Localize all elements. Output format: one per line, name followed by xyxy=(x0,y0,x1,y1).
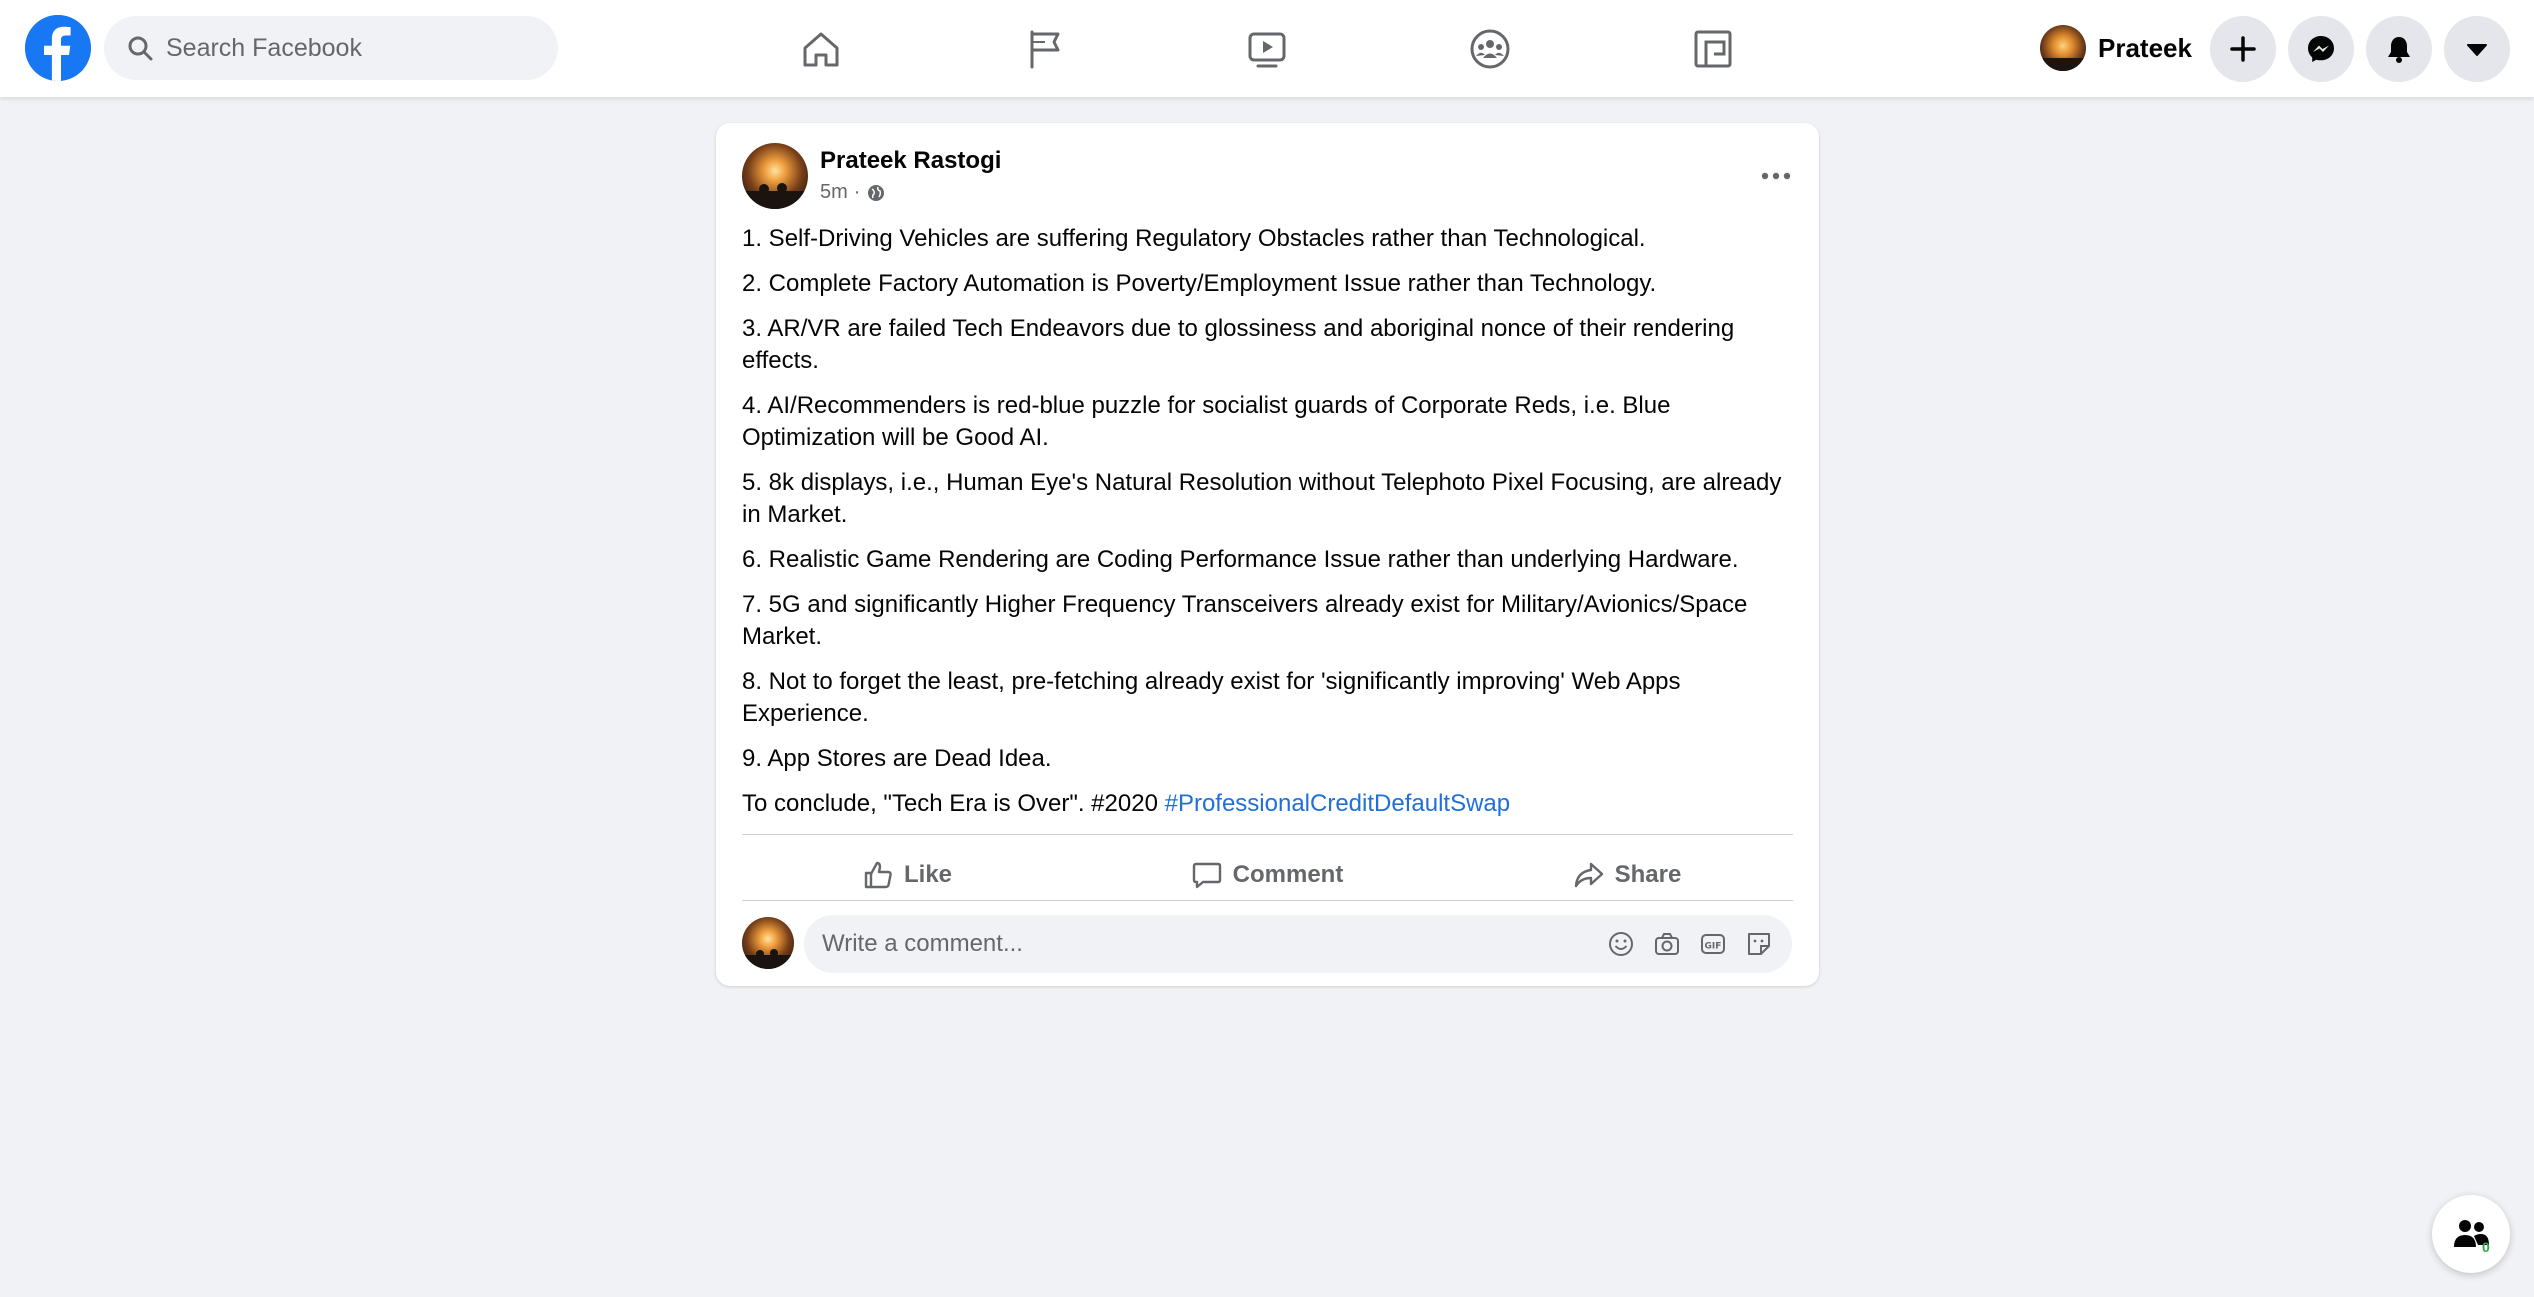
emoji-icon xyxy=(1609,932,1633,956)
comment-icon xyxy=(1192,862,1221,889)
comment-tools: GIF xyxy=(1598,928,1782,960)
nav-home[interactable] xyxy=(766,14,876,84)
post-paragraph: 7. 5G and significantly Higher Frequency… xyxy=(742,591,1748,650)
hashtag-link[interactable]: #ProfessionalCreditDefaultSwap xyxy=(1165,790,1511,817)
messenger-icon xyxy=(2308,36,2334,62)
post-paragraph: 1. Self-Driving Vehicles are suffering R… xyxy=(742,225,1646,252)
post-options-button[interactable] xyxy=(1746,151,1806,201)
like-label: Like xyxy=(903,861,953,888)
nav-watch[interactable] xyxy=(1212,14,1322,84)
sticker-icon xyxy=(1748,933,1770,955)
post-conclusion: To conclude, "Tech Era is Over". #2020 #… xyxy=(742,788,1802,820)
comment-composer[interactable]: GIF xyxy=(804,915,1792,973)
top-navigation-bar: Prateek xyxy=(0,0,2534,97)
bell-icon xyxy=(2388,37,2410,63)
gaming-icon xyxy=(1694,30,1732,68)
account-menu-button[interactable] xyxy=(2444,16,2510,82)
meta-separator: · xyxy=(853,181,861,203)
post-paragraph: 9. App Stores are Dead Idea. xyxy=(742,745,1052,772)
photo-button[interactable] xyxy=(1644,928,1690,960)
post-author-name[interactable]: Prateek Rastogi xyxy=(820,147,1001,175)
post-paragraph: 6. Realistic Game Rendering are Coding P… xyxy=(742,546,1739,573)
caret-down-icon xyxy=(2467,44,2487,56)
camera-icon xyxy=(1655,933,1679,955)
comment-label: Comment xyxy=(1232,861,1344,888)
gif-icon: GIF xyxy=(1701,934,1725,954)
profile-name: Prateek xyxy=(2098,32,2192,63)
svg-text:GIF: GIF xyxy=(1705,942,1722,952)
search-icon xyxy=(128,36,153,61)
post-paragraph: 4. AI/Recommenders is red-blue puzzle fo… xyxy=(742,392,1671,451)
create-button[interactable] xyxy=(2210,16,2276,82)
messenger-button[interactable] xyxy=(2288,16,2354,82)
post-text: 1. Self-Driving Vehicles are suffering R… xyxy=(742,223,1802,833)
profile-shortcut[interactable]: Prateek xyxy=(2030,18,2230,78)
home-icon xyxy=(803,32,839,67)
comment-input[interactable] xyxy=(822,930,1562,958)
post-paragraph: 5. 8k displays, i.e., Human Eye's Natura… xyxy=(742,469,1782,528)
share-label: Share xyxy=(1614,861,1682,888)
groups-icon xyxy=(1470,29,1510,69)
author-avatar[interactable] xyxy=(742,143,808,209)
search-bar[interactable] xyxy=(104,16,558,80)
gif-button[interactable]: GIF xyxy=(1690,928,1736,960)
nav-pages[interactable] xyxy=(990,14,1100,84)
divider xyxy=(742,834,1793,835)
avatar xyxy=(2040,25,2086,71)
commenter-avatar[interactable] xyxy=(742,917,794,969)
online-count-badge: 0 xyxy=(2482,1239,2490,1255)
conclusion-text: To conclude, "Tech Era is Over". #2020 xyxy=(742,790,1165,817)
post-card: Prateek Rastogi 5m · 1. Self-Driving Veh… xyxy=(716,123,1819,986)
plus-icon xyxy=(2230,36,2256,62)
emoji-button[interactable] xyxy=(1598,928,1644,960)
sticker-button[interactable] xyxy=(1736,928,1782,960)
video-play-icon xyxy=(1248,32,1286,68)
comment-button[interactable]: Comment xyxy=(1102,845,1432,905)
share-icon xyxy=(1574,862,1603,888)
notifications-button[interactable] xyxy=(2366,16,2432,82)
search-input[interactable] xyxy=(166,33,546,63)
post-paragraph: 3. AR/VR are failed Tech Endeavors due t… xyxy=(742,315,1735,374)
like-button[interactable]: Like xyxy=(742,845,1072,905)
nav-groups[interactable] xyxy=(1435,14,1545,84)
post-paragraph: 2. Complete Factory Automation is Povert… xyxy=(742,270,1657,297)
post-meta: 5m · xyxy=(820,181,886,204)
post-time[interactable]: 5m xyxy=(820,181,848,204)
globe-icon xyxy=(868,184,885,201)
post-paragraph: 8. Not to forget the least, pre-fetching… xyxy=(742,668,1681,727)
new-room-button[interactable]: 0 xyxy=(2432,1195,2510,1273)
share-button[interactable]: Share xyxy=(1462,845,1792,905)
facebook-logo-icon[interactable] xyxy=(25,15,91,81)
nav-gaming[interactable] xyxy=(1658,14,1768,84)
more-icon xyxy=(1761,172,1791,180)
divider xyxy=(742,900,1793,901)
like-icon xyxy=(864,861,892,889)
flag-icon xyxy=(1030,30,1060,69)
